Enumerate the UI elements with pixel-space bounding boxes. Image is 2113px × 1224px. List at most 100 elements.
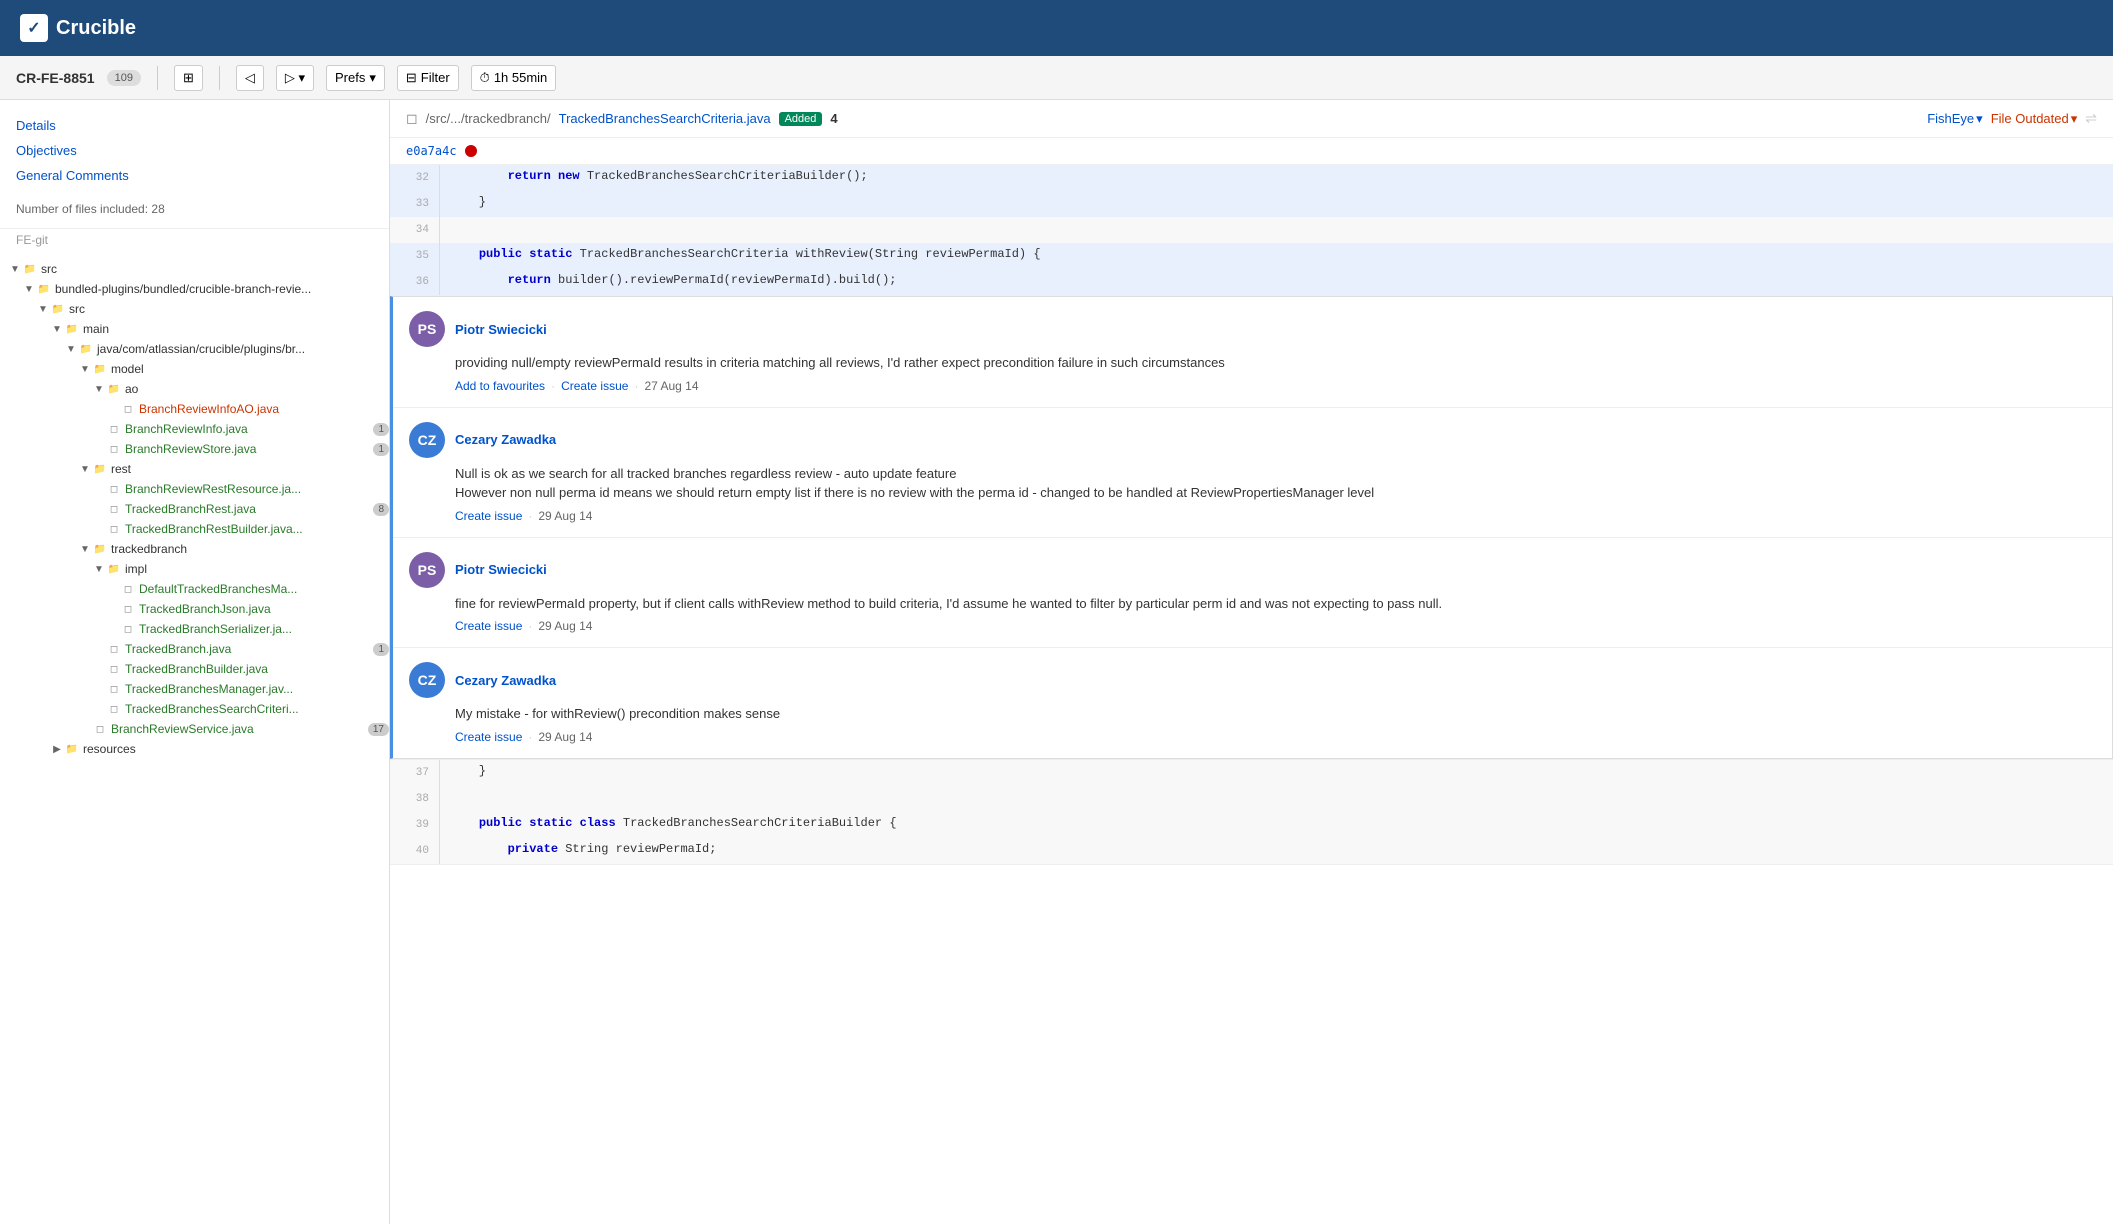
- sidebar-item-general-comments[interactable]: General Comments: [16, 166, 373, 187]
- sidebar-item-objectives[interactable]: Objectives: [16, 141, 373, 162]
- tree-item-trackedbranch[interactable]: ◻ TrackedBranch.java 1: [0, 639, 389, 659]
- comment-author[interactable]: Cezary Zawadka: [455, 673, 556, 688]
- folder-icon: 📁: [92, 361, 108, 377]
- sidebar-item-details[interactable]: Details: [16, 116, 373, 137]
- comment-author[interactable]: Cezary Zawadka: [455, 432, 556, 447]
- code-line-33: 33 }: [390, 191, 2113, 217]
- comment-date: 29 Aug 14: [538, 730, 592, 744]
- tree-item-trackedbranchjson[interactable]: ◻ TrackedBranchJson.java: [0, 599, 389, 619]
- file-header-actions: FishEye ▾ File Outdated ▾ ⇌: [1927, 110, 2097, 127]
- comment-author[interactable]: Piotr Swiecicki: [455, 322, 547, 337]
- file-icon: ◻: [106, 481, 122, 497]
- comment-body: fine for reviewPermaId property, but if …: [455, 594, 2096, 614]
- review-id: CR-FE-8851: [16, 70, 95, 86]
- tree-item-main[interactable]: ▼ 📁 main: [0, 319, 389, 339]
- comment-header: PS Piotr Swiecicki: [409, 311, 2096, 347]
- tree-item-defaulttracked[interactable]: ◻ DefaultTrackedBranchesMa...: [0, 579, 389, 599]
- folder-icon: 📁: [64, 741, 80, 757]
- tree-item-trackedbranch-restbuilder[interactable]: ◻ TrackedBranchRestBuilder.java...: [0, 519, 389, 539]
- code-line-36: 36 return builder().reviewPermaId(review…: [390, 269, 2113, 295]
- file-icon: ◻: [106, 641, 122, 657]
- file-header: ◻ /src/.../trackedbranch/ TrackedBranche…: [390, 100, 2113, 138]
- tree-item-java[interactable]: ▼ 📁 java/com/atlassian/crucible/plugins/…: [0, 339, 389, 359]
- tree-item-ao[interactable]: ▼ 📁 ao: [0, 379, 389, 399]
- chevron-down-icon: ▼: [50, 324, 64, 335]
- folder-icon: 📁: [106, 381, 122, 397]
- tree-item-trackedbranch-folder[interactable]: ▼ 📁 trackedbranch: [0, 539, 389, 559]
- tree-item-trackedbranchbuilder[interactable]: ◻ TrackedBranchBuilder.java: [0, 659, 389, 679]
- file-icon: ◻: [106, 441, 122, 457]
- file-outdated-dropdown[interactable]: File Outdated ▾: [1991, 111, 2078, 127]
- folder-icon: 📁: [22, 261, 38, 277]
- expand-button[interactable]: ⊞: [174, 65, 203, 91]
- create-issue-link[interactable]: Create issue: [561, 379, 628, 393]
- tree-item-model[interactable]: ▼ 📁 model: [0, 359, 389, 379]
- app-name: Crucible: [56, 17, 136, 40]
- comment-indicator: [465, 145, 477, 157]
- create-issue-link[interactable]: Create issue: [455, 509, 522, 523]
- comment-header: CZ Cezary Zawadka: [409, 662, 2096, 698]
- file-icon: ◻: [120, 601, 136, 617]
- tree-item-rest[interactable]: ▼ 📁 rest: [0, 459, 389, 479]
- tree-item-trackedbranchmanager[interactable]: ◻ TrackedBranchesManager.jav...: [0, 679, 389, 699]
- chevron-down-icon: ▼: [64, 344, 78, 355]
- code-line-35: 35 public static TrackedBranchesSearchCr…: [390, 243, 2113, 269]
- folder-icon: 📁: [92, 461, 108, 477]
- folder-icon: 📁: [92, 541, 108, 557]
- sidebar: Details Objectives General Comments Numb…: [0, 100, 390, 1224]
- prefs-button[interactable]: Prefs ▾: [326, 65, 385, 91]
- comment-count: 1: [373, 423, 389, 436]
- comment-count: 17: [368, 723, 389, 736]
- comment-actions: Create issue · 29 Aug 14: [455, 730, 2096, 744]
- chevron-down-icon: ▼: [78, 364, 92, 375]
- tree-item-impl[interactable]: ▼ 📁 impl: [0, 559, 389, 579]
- create-issue-link[interactable]: Create issue: [455, 619, 522, 633]
- chevron-right-icon: ▶: [50, 744, 64, 755]
- tree-item-trackedbranchsearch[interactable]: ◻ TrackedBranchesSearchCriteri...: [0, 699, 389, 719]
- tree-item-bundled[interactable]: ▼ 📁 bundled-plugins/bundled/crucible-bra…: [0, 279, 389, 299]
- code-line-34: 34: [390, 217, 2113, 243]
- comment-item: PS Piotr Swiecicki fine for reviewPermaI…: [393, 538, 2112, 649]
- create-issue-link[interactable]: Create issue: [455, 730, 522, 744]
- file-icon: ◻: [120, 401, 136, 417]
- chevron-down-icon: ▼: [8, 264, 22, 275]
- logo-icon: ✓: [20, 14, 48, 42]
- divider: [157, 66, 158, 90]
- code-block-top: 32 return new TrackedBranchesSearchCrite…: [390, 164, 2113, 296]
- tree-item-branchreviewinfoao[interactable]: ◻ BranchReviewInfoAO.java: [0, 399, 389, 419]
- comment-item: CZ Cezary Zawadka Null is ok as we searc…: [393, 408, 2112, 538]
- chevron-down-icon: ▼: [22, 284, 36, 295]
- tree-item-branchreviewstore[interactable]: ◻ BranchReviewStore.java 1: [0, 439, 389, 459]
- commit-hash[interactable]: e0a7a4c: [406, 144, 457, 158]
- time-button[interactable]: ⏱ 1h 55min: [471, 65, 557, 91]
- tree-item-src[interactable]: ▼ 📁 src: [0, 259, 389, 279]
- filter-button[interactable]: ⊟ Filter: [397, 65, 459, 91]
- comment-author[interactable]: Piotr Swiecicki: [455, 562, 547, 577]
- add-to-favourites-link[interactable]: Add to favourites: [455, 379, 545, 393]
- file-icon-small: ◻: [406, 110, 418, 127]
- forward-button[interactable]: ▷ ▾: [276, 65, 314, 91]
- comment-count-badge: 109: [107, 70, 141, 86]
- comment-count: 1: [373, 443, 389, 456]
- fisheye-dropdown[interactable]: FishEye ▾: [1927, 111, 1983, 127]
- commit-row: e0a7a4c: [390, 138, 2113, 164]
- tree-item-branchreviewrest[interactable]: ◻ BranchReviewRestResource.ja...: [0, 479, 389, 499]
- tree-item-trackedbranchserializer[interactable]: ◻ TrackedBranchSerializer.ja...: [0, 619, 389, 639]
- file-icon: ◻: [92, 721, 108, 737]
- file-icon: ◻: [120, 581, 136, 597]
- app-logo[interactable]: ✓ Crucible: [20, 14, 136, 42]
- comment-body: providing null/empty reviewPermaId resul…: [455, 353, 2096, 373]
- tree-item-branchreviewservice[interactable]: ◻ BranchReviewService.java 17: [0, 719, 389, 739]
- tree-item-src2[interactable]: ▼ 📁 src: [0, 299, 389, 319]
- file-icon: ◻: [106, 661, 122, 677]
- comment-count: 8: [373, 503, 389, 516]
- tree-item-branchreviewinfo[interactable]: ◻ BranchReviewInfo.java 1: [0, 419, 389, 439]
- avatar: CZ: [409, 422, 445, 458]
- back-button[interactable]: ◁: [236, 65, 264, 91]
- top-navigation: ✓ Crucible: [0, 0, 2113, 56]
- comment-date: 27 Aug 14: [644, 379, 698, 393]
- file-status-badge: Added: [779, 112, 823, 126]
- tree-item-trackedbranch-rest[interactable]: ◻ TrackedBranchRest.java 8: [0, 499, 389, 519]
- folder-icon: 📁: [50, 301, 66, 317]
- tree-item-resources[interactable]: ▶ 📁 resources: [0, 739, 389, 759]
